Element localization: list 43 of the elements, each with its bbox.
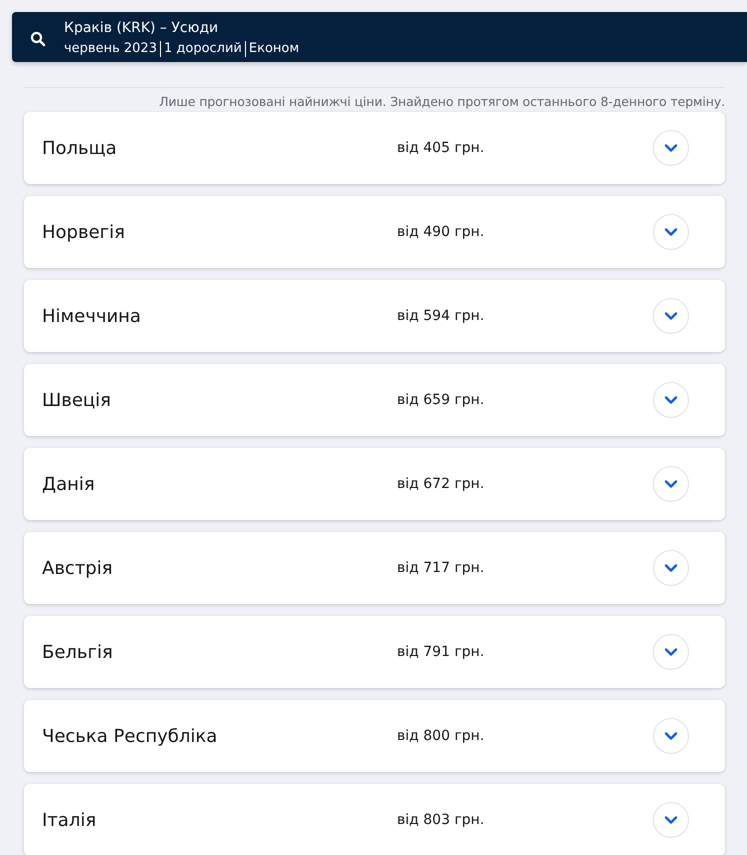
destination-card[interactable]: Польща від 405 грн.	[24, 112, 725, 184]
destination-card[interactable]: Бельгія від 791 грн.	[24, 616, 725, 688]
destination-card[interactable]: Норвегія від 490 грн.	[24, 196, 725, 268]
expand-button[interactable]	[653, 718, 689, 754]
search-detail: Економ	[244, 41, 300, 57]
destination-card[interactable]: Італія від 803 грн.	[24, 784, 725, 855]
search-detail: червень 2023	[64, 41, 157, 57]
search-summary-bar[interactable]: Краків (KRK) – Усюди червень 2023 1 дорослий Економ	[12, 12, 747, 62]
expand-button[interactable]	[653, 214, 689, 250]
price-text: від 672 грн.	[397, 474, 486, 494]
expand-button[interactable]	[653, 382, 689, 418]
price-text: від 594 грн.	[397, 306, 486, 326]
expand-button[interactable]	[653, 466, 689, 502]
price-text: від 659 грн.	[397, 390, 486, 410]
country-name: Данія	[42, 472, 96, 496]
expand-button[interactable]	[653, 550, 689, 586]
price-text: від 490 грн.	[397, 222, 486, 242]
search-icon	[30, 31, 46, 47]
country-name: Австрія	[42, 556, 114, 580]
price-text: від 717 грн.	[397, 558, 486, 578]
destination-card[interactable]: Швеція від 659 грн.	[24, 364, 725, 436]
country-name: Бельгія	[42, 640, 114, 664]
country-name: Польща	[42, 136, 118, 160]
search-detail: 1 дорослий	[160, 41, 242, 57]
expand-button[interactable]	[653, 298, 689, 334]
price-text: від 803 грн.	[397, 810, 486, 830]
expand-button[interactable]	[653, 802, 689, 838]
price-text: від 800 грн.	[397, 726, 486, 746]
route-title: Краків (KRK) – Усюди	[64, 19, 220, 37]
expand-button[interactable]	[653, 130, 689, 166]
price-note: Лише прогнозовані найнижчі ціни. Знайдено протягом останнього 8-денного терміну.	[158, 94, 725, 110]
expand-button[interactable]	[653, 634, 689, 670]
country-name: Швеція	[42, 388, 112, 412]
price-text: від 791 грн.	[397, 642, 486, 662]
price-text: від 405 грн.	[397, 138, 486, 158]
destination-card[interactable]: Німеччина від 594 грн.	[24, 280, 725, 352]
country-name: Німеччина	[42, 304, 142, 328]
country-name: Чеська Республіка	[42, 724, 218, 748]
country-name: Норвегія	[42, 220, 126, 244]
destination-card[interactable]: Данія від 672 грн.	[24, 448, 725, 520]
destination-card[interactable]: Чеська Республіка від 800 грн.	[24, 700, 725, 772]
destination-card[interactable]: Австрія від 717 грн.	[24, 532, 725, 604]
country-name: Італія	[42, 808, 98, 832]
